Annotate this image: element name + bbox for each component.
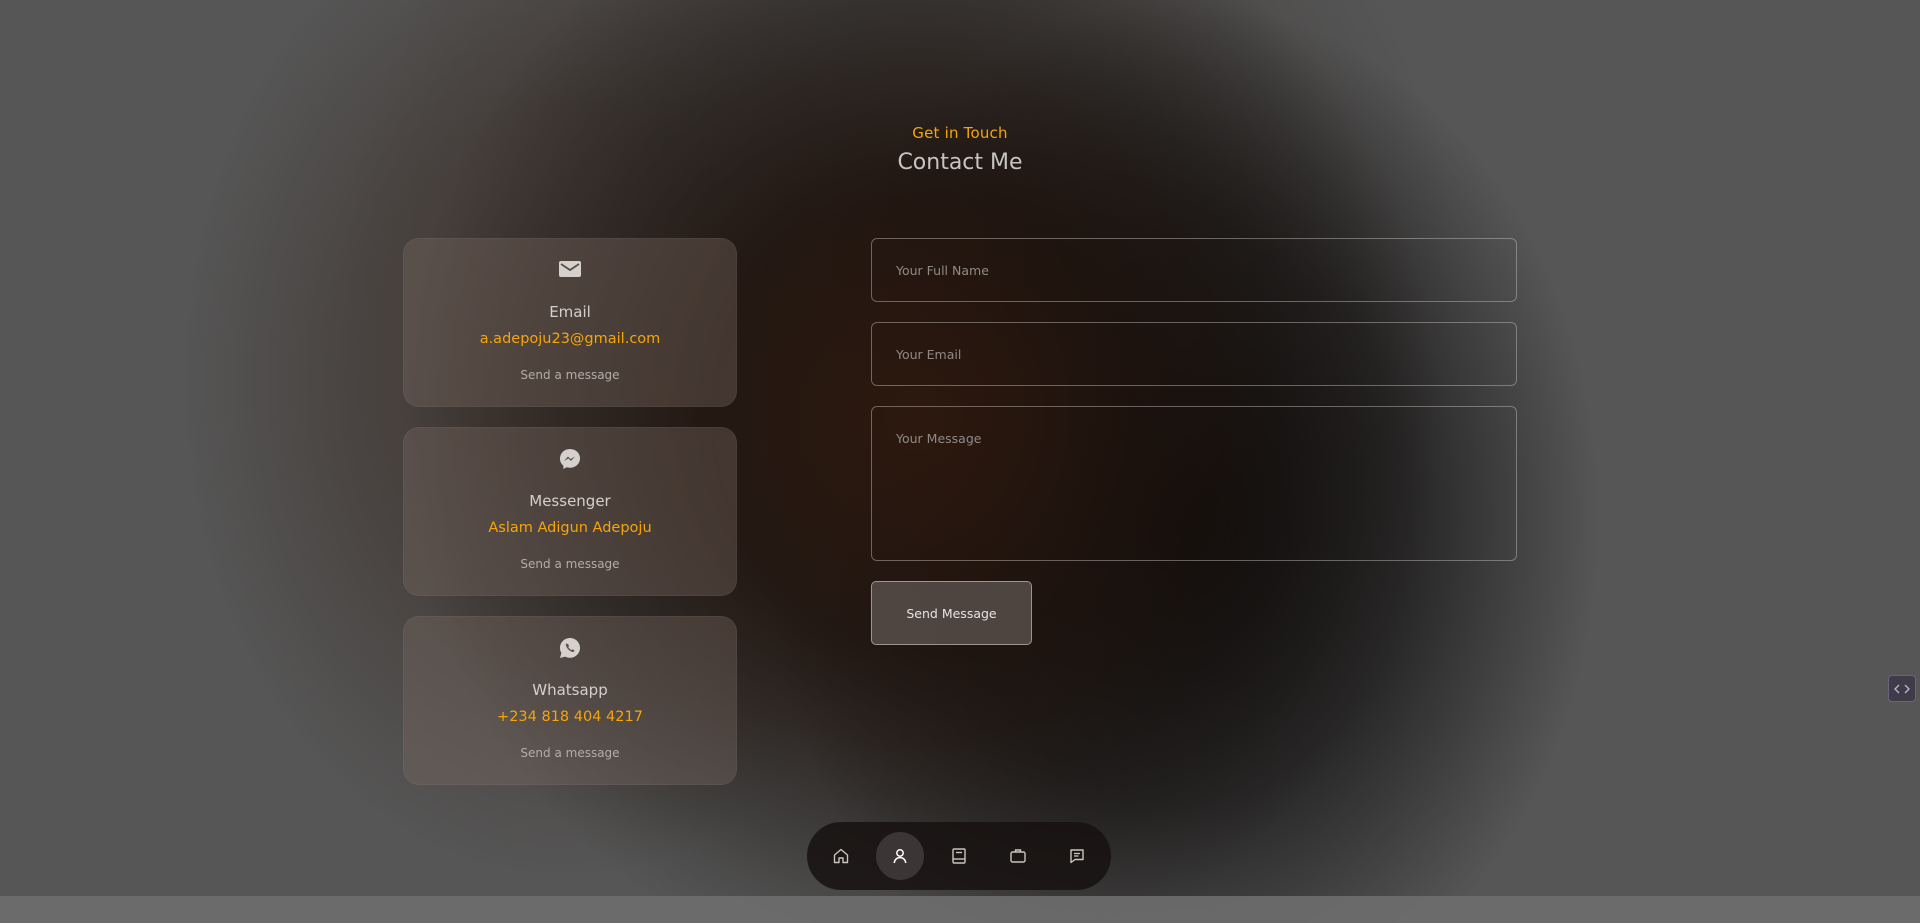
contact-card-email: Email a.adepoju23@gmail.com Send a messa… [403,238,737,407]
contact-card-value: a.adepoju23@gmail.com [479,331,661,347]
user-icon [893,849,907,864]
contact-form: Send Message [871,238,1517,645]
contact-card-label: Whatsapp [532,681,608,699]
whatsapp-icon [404,637,736,659]
contact-card-label: Messenger [529,492,611,510]
message-textarea[interactable] [871,406,1517,561]
contact-card-whatsapp: Whatsapp +234 818 404 4217 Send a messag… [403,616,737,785]
bottom-nav [807,822,1111,890]
send-message-link-whatsapp[interactable]: Send a message [404,746,736,760]
nav-about[interactable] [876,832,924,880]
contact-card-value: +234 818 404 4217 [497,709,643,725]
email-input[interactable] [871,322,1517,386]
nav-home[interactable] [817,832,865,880]
full-name-input[interactable] [871,238,1517,302]
nav-experience[interactable] [935,832,983,880]
messenger-icon [404,448,736,470]
send-message-link-messenger[interactable]: Send a message [404,557,736,571]
contact-card-value: Aslam Adigun Adepoju [488,520,652,536]
mail-icon [404,259,736,281]
contact-card-label: Email [549,303,591,321]
briefcase-icon [1010,849,1026,863]
contact-card-messenger: Messenger Aslam Adigun Adepoju Send a me… [403,427,737,596]
book-icon [952,848,966,864]
home-icon [833,848,849,864]
message-icon [1070,849,1084,864]
section-subtitle: Get in Touch [912,124,1008,142]
code-icon [1894,684,1910,693]
send-message-button[interactable]: Send Message [871,581,1032,645]
send-message-link-email[interactable]: Send a message [404,368,736,382]
bottom-strip [0,896,1920,923]
nav-portfolio[interactable] [994,832,1042,880]
section-title: Contact Me [897,150,1023,175]
nav-contact[interactable] [1053,832,1101,880]
contact-options: Email a.adepoju23@gmail.com Send a messa… [403,238,737,805]
side-widget-button[interactable] [1888,675,1916,702]
section-header: Get in Touch Contact Me [0,124,1920,175]
